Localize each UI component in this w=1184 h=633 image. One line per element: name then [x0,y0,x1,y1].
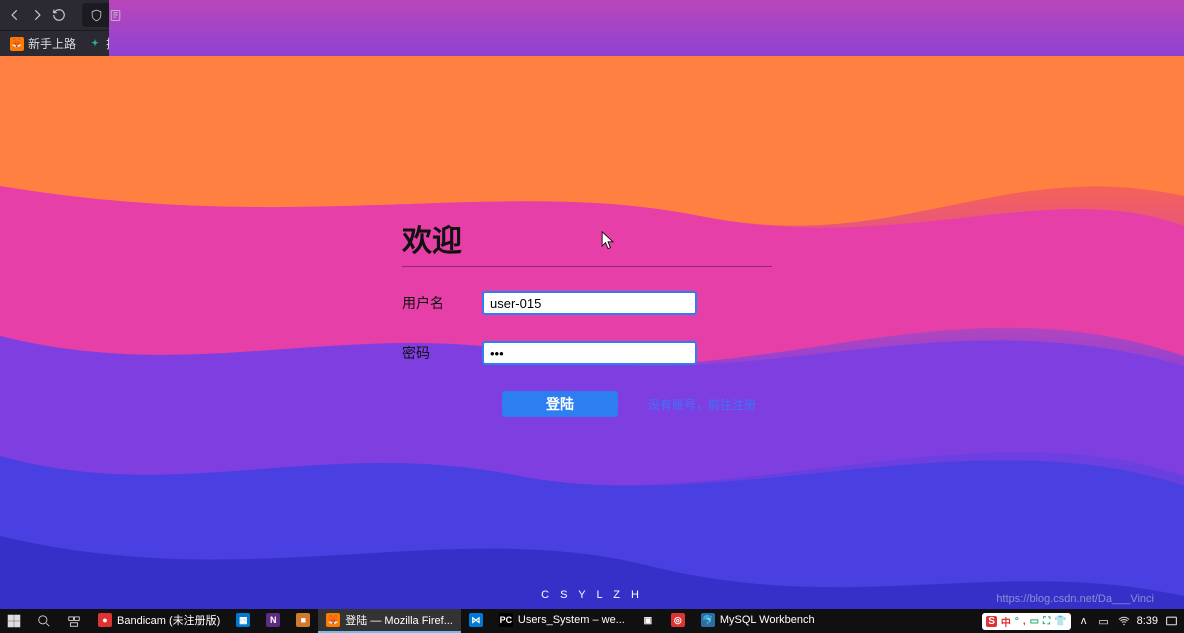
tray-chevron-icon[interactable]: ᴧ [1077,614,1091,628]
password-input[interactable] [482,341,697,365]
watermark: https://blog.csdn.net/Da___Vinci [996,593,1154,605]
bookmark-label: 新手上路 [28,35,76,52]
username-input[interactable] [482,291,697,315]
wifi-icon[interactable] [1117,614,1131,628]
app-icon: N [266,613,280,627]
start-button[interactable] [0,609,28,633]
taskbar-app-label: 登陆 — Mozilla Firef... [345,612,453,628]
windows-taskbar: ● Bandicam (未注册版) ▦ N ■ 🦊 登陆 — Mozilla Firef..… [0,609,1184,633]
bookmark-item[interactable]: 🦊新手上路 [6,33,80,54]
taskbar-app-label: Bandicam (未注册版) [117,612,220,628]
battery-icon[interactable]: ▭ [1097,614,1111,628]
username-label: 用户名 [402,293,462,313]
password-label: 密码 [402,343,462,363]
app-icon: ▦ [236,613,250,627]
taskbar-app[interactable]: N [258,609,288,633]
browser-nav-bar: ⊸ localhost:8080/Users_System_war_explod… [0,0,1184,30]
taskbar-search-icon[interactable] [30,609,58,633]
app-icon: ⋈ [469,613,483,627]
ime-badge[interactable]: S 中 °, ▭ ⛶ 👕 [982,613,1070,630]
app-icon: 🦊 [326,613,340,627]
taskbar-app[interactable]: ■ [288,609,318,633]
page-content: 欢迎 用户名 密码 登陆 没有账号，前往注册 C S Y L Z H https… [0,56,1184,609]
divider [402,266,772,267]
app-icon: PC [499,613,513,627]
taskbar-app[interactable]: 🐬 MySQL Workbench [693,609,823,633]
taskbar-app[interactable]: ◎ [663,609,693,633]
back-button[interactable] [8,4,22,26]
taskbar-app[interactable]: ● Bandicam (未注册版) [90,609,228,633]
taskbar-app[interactable]: PC Users_System – we... [491,609,633,633]
app-icon: ■ [296,613,310,627]
login-button[interactable]: 登陆 [502,391,618,417]
forward-button[interactable] [30,4,44,26]
login-title: 欢迎 [402,216,782,260]
address-bar[interactable]: ⊸ localhost:8080/Users_System_war_explod… [82,3,1184,27]
taskbar-app-label: MySQL Workbench [720,614,815,626]
app-icon: ● [98,613,112,627]
task-view-icon[interactable] [60,609,88,633]
taskbar-app[interactable]: ⋈ [461,609,491,633]
taskbar-app[interactable]: 🦊 登陆 — Mozilla Firef... [318,609,461,633]
tracking-protection-icon [90,9,103,22]
app-icon: ▣ [641,613,655,627]
app-icon: ◎ [671,613,685,627]
system-tray: S 中 °, ▭ ⛶ 👕 ᴧ ▭ 8:39 [982,613,1178,630]
taskbar-app[interactable]: ▦ [228,609,258,633]
reload-button[interactable] [52,4,66,26]
app-icon: 🐬 [701,613,715,627]
notification-icon[interactable] [1164,614,1178,628]
taskbar-app-label: Users_System – we... [518,614,625,626]
login-form: 欢迎 用户名 密码 登陆 没有账号，前往注册 [402,216,782,417]
footer-text: C S Y L Z H [541,589,643,601]
clock[interactable]: 8:39 [1137,614,1158,628]
taskbar-app[interactable]: ▣ [633,609,663,633]
register-link[interactable]: 没有账号，前往注册 [648,396,756,413]
